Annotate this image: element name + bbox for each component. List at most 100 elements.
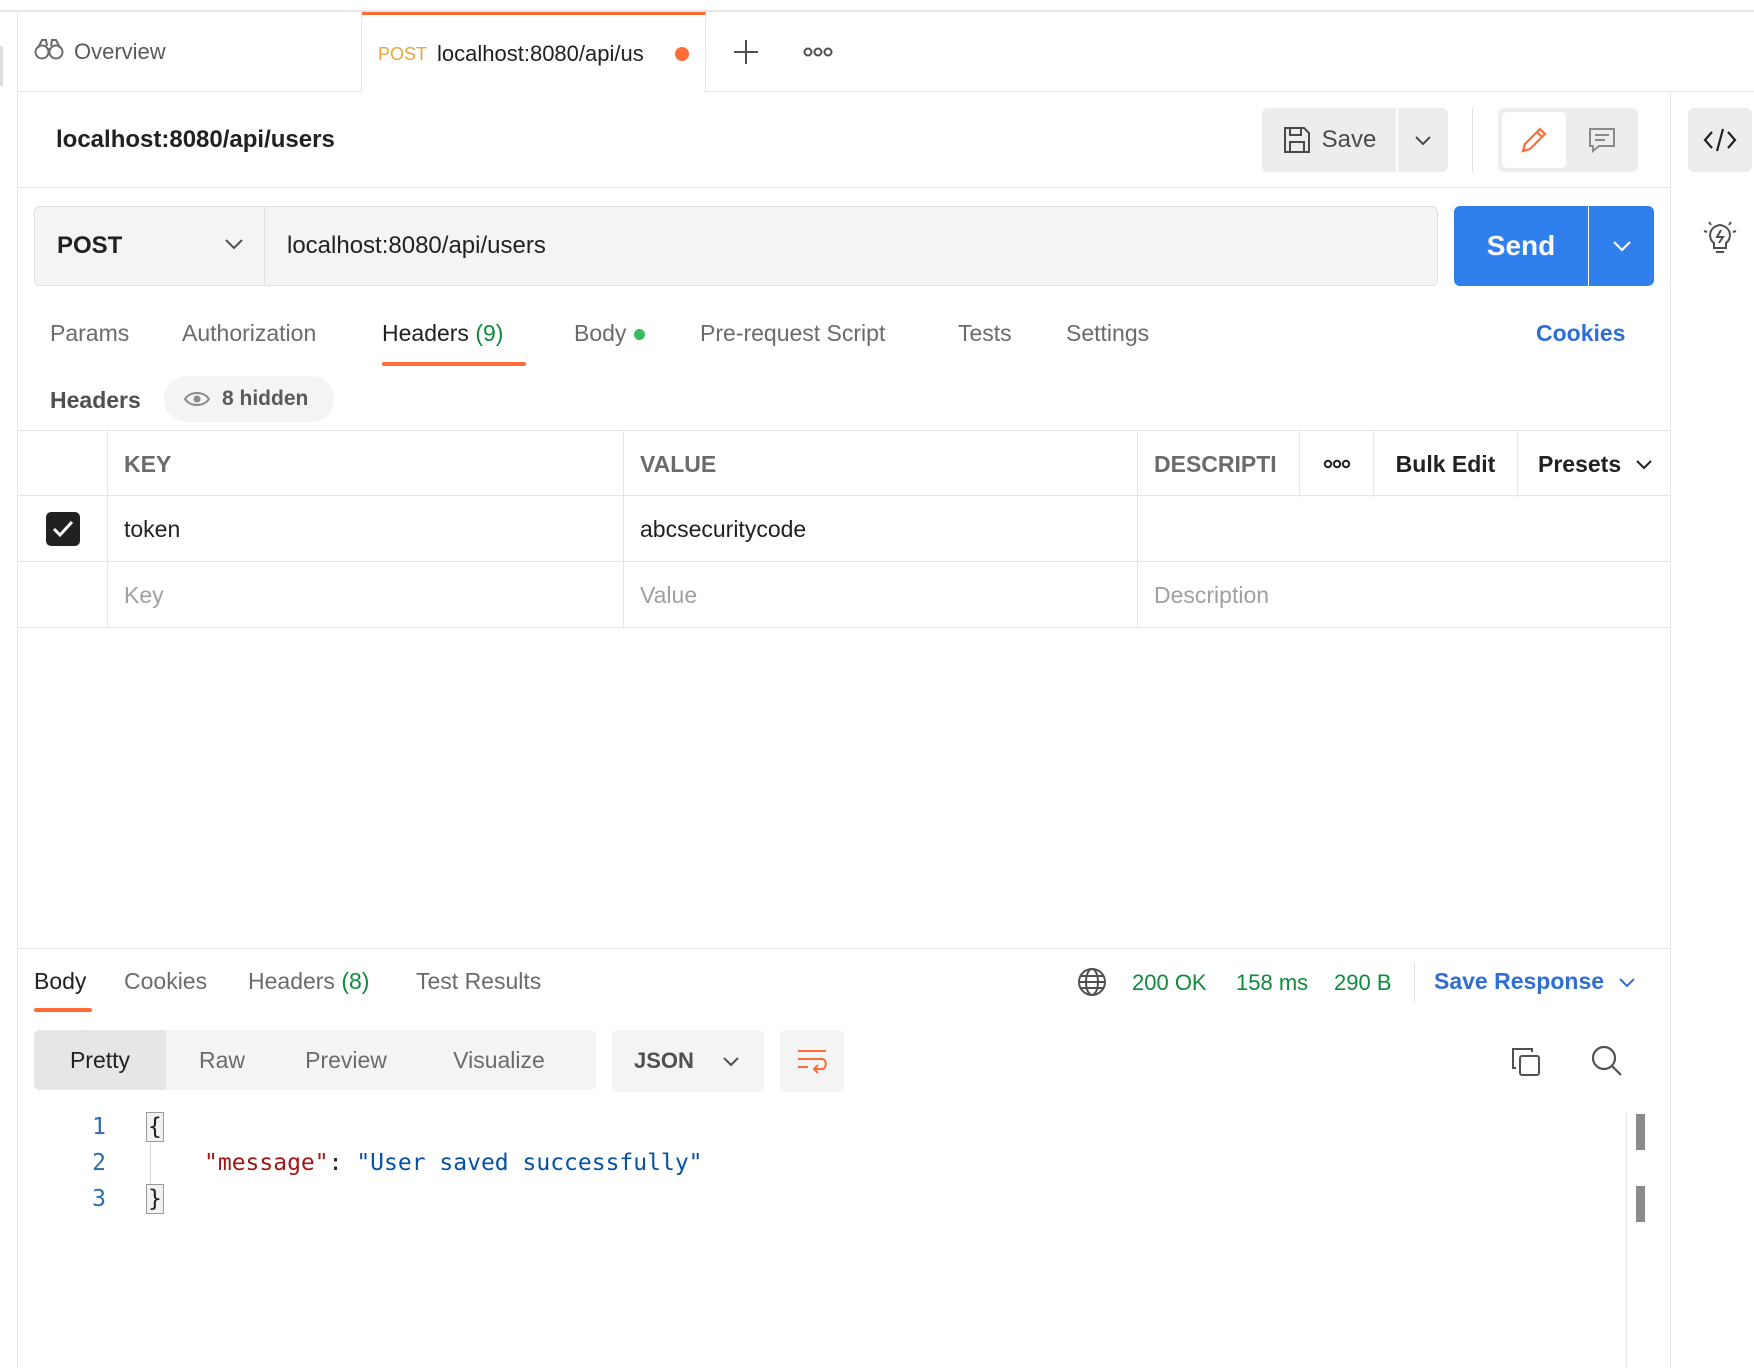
- tab-settings[interactable]: Settings: [1066, 320, 1149, 347]
- response-time[interactable]: 158 ms: [1236, 970, 1308, 996]
- copy-button[interactable]: [1508, 1044, 1544, 1080]
- save-response-button[interactable]: Save Response: [1434, 968, 1636, 995]
- row-checkbox-cell: [18, 496, 108, 562]
- json-key: "message": [204, 1150, 329, 1176]
- unsaved-dot-icon: [675, 47, 690, 61]
- description-input[interactable]: Description: [1138, 562, 1670, 628]
- tab-authorization[interactable]: Authorization: [182, 320, 316, 347]
- request-tabs: Params Authorization Headers (9) Body Pr…: [18, 300, 1670, 370]
- tab-headers-count: (9): [475, 320, 504, 346]
- send-options-button[interactable]: [1589, 206, 1654, 286]
- view-pretty[interactable]: Pretty: [34, 1030, 166, 1090]
- right-sidebar: [1670, 92, 1754, 1368]
- tab-headers[interactable]: Headers (9): [382, 320, 503, 347]
- binoculars-icon: [34, 37, 74, 67]
- response-tab-body[interactable]: Body: [34, 968, 86, 995]
- wrap-lines-button[interactable]: [780, 1030, 844, 1092]
- header-description-cell[interactable]: [1138, 496, 1670, 562]
- response-tab-cookies[interactable]: Cookies: [124, 968, 207, 995]
- line-number: 1: [92, 1114, 106, 1140]
- response-tab-headers[interactable]: Headers (8): [248, 968, 369, 995]
- format-select[interactable]: JSON: [612, 1030, 764, 1092]
- tab-method: POST: [378, 43, 428, 64]
- tab-params[interactable]: Params: [50, 320, 129, 347]
- tab-bar: Overview POST localhost:8080/api/us: [18, 12, 1754, 93]
- header-key-cell[interactable]: token: [108, 496, 624, 562]
- header-value-cell[interactable]: abcsecuritycode: [624, 496, 1138, 562]
- bulk-edit-button[interactable]: Bulk Edit: [1374, 431, 1518, 497]
- row-checkbox[interactable]: [45, 512, 80, 546]
- divider: [1472, 108, 1473, 172]
- view-raw[interactable]: Raw: [166, 1030, 278, 1090]
- save-response-label: Save Response: [1434, 968, 1605, 994]
- open-brace: {: [146, 1112, 164, 1142]
- copy-icon: [1512, 1048, 1540, 1076]
- tab-overview-label: Overview: [74, 39, 166, 64]
- save-button[interactable]: Save: [1262, 108, 1396, 172]
- divider: [1414, 962, 1415, 1002]
- sidebar-edge: [0, 46, 3, 86]
- response-size[interactable]: 290 B: [1334, 970, 1392, 996]
- tab-overview[interactable]: Overview: [18, 12, 362, 92]
- new-tab-button[interactable]: [728, 34, 764, 70]
- search-icon: [1591, 1045, 1622, 1076]
- chevron-down-icon: [1415, 136, 1431, 146]
- save-options-button[interactable]: [1398, 108, 1448, 172]
- tab-headers-label: Headers: [382, 320, 469, 346]
- edit-mode-button[interactable]: [1502, 112, 1566, 168]
- response-divider[interactable]: [18, 948, 1670, 949]
- url-input[interactable]: [265, 207, 1437, 285]
- code-snippet-button[interactable]: [1688, 108, 1752, 172]
- active-tab-indicator: [382, 362, 526, 366]
- tab-tests[interactable]: Tests: [958, 320, 1012, 347]
- pencil-icon: [1521, 127, 1547, 153]
- mode-toggle: [1498, 108, 1638, 172]
- code-line-2: "message": "User saved successfully": [204, 1150, 703, 1176]
- view-visualize[interactable]: Visualize: [414, 1030, 584, 1090]
- close-brace: }: [146, 1184, 164, 1214]
- cookies-link[interactable]: Cookies: [1536, 320, 1625, 347]
- more-icon: [803, 47, 833, 57]
- code-icon: [1703, 128, 1737, 152]
- request-name[interactable]: localhost:8080/api/users: [56, 126, 335, 154]
- comments-button[interactable]: [1570, 112, 1634, 168]
- response-headers-count: (8): [341, 968, 370, 994]
- key-input[interactable]: Key: [108, 562, 624, 628]
- request-header: localhost:8080/api/users Save: [18, 92, 1670, 188]
- eye-icon: [184, 392, 210, 406]
- view-preview[interactable]: Preview: [278, 1030, 414, 1090]
- response-tab-test-results[interactable]: Test Results: [416, 968, 541, 995]
- header-checkbox-col: [18, 431, 108, 497]
- tab-body[interactable]: Body: [574, 320, 646, 347]
- table-more-button[interactable]: [1300, 431, 1374, 497]
- url-bar: POST: [34, 206, 1438, 286]
- value-input[interactable]: Value: [624, 562, 1138, 628]
- save-icon: [1283, 127, 1310, 153]
- send-button[interactable]: Send: [1454, 206, 1588, 286]
- json-colon: :: [328, 1150, 357, 1176]
- row-checkbox-cell: [18, 562, 108, 628]
- hidden-headers-toggle[interactable]: 8 hidden: [164, 376, 334, 422]
- hidden-count: 8 hidden: [222, 387, 309, 410]
- column-key: KEY: [108, 431, 624, 497]
- tab-request[interactable]: POST localhost:8080/api/us: [362, 12, 706, 93]
- suggestions-button[interactable]: [1697, 214, 1743, 260]
- column-value: VALUE: [624, 431, 1138, 497]
- tab-prerequest-script[interactable]: Pre-request Script: [700, 320, 885, 347]
- chevron-down-icon: [723, 1057, 739, 1067]
- checkmark-icon: [52, 520, 73, 538]
- status-code[interactable]: 200 OK: [1132, 970, 1207, 996]
- body-indicator-icon: [634, 329, 646, 341]
- wrap-icon: [798, 1050, 827, 1074]
- more-icon: [1323, 459, 1350, 469]
- json-value: "User saved successfully": [356, 1150, 703, 1176]
- chevron-down-icon: [1612, 241, 1631, 252]
- response-headers-label: Headers: [248, 968, 335, 994]
- method-select[interactable]: POST: [35, 207, 265, 285]
- tab-more-button[interactable]: [800, 38, 836, 66]
- method-label: POST: [57, 232, 123, 259]
- line-number: 3: [92, 1186, 106, 1212]
- search-button[interactable]: [1588, 1042, 1626, 1080]
- globe-icon[interactable]: [1076, 966, 1108, 1003]
- presets-dropdown[interactable]: Presets: [1518, 431, 1670, 497]
